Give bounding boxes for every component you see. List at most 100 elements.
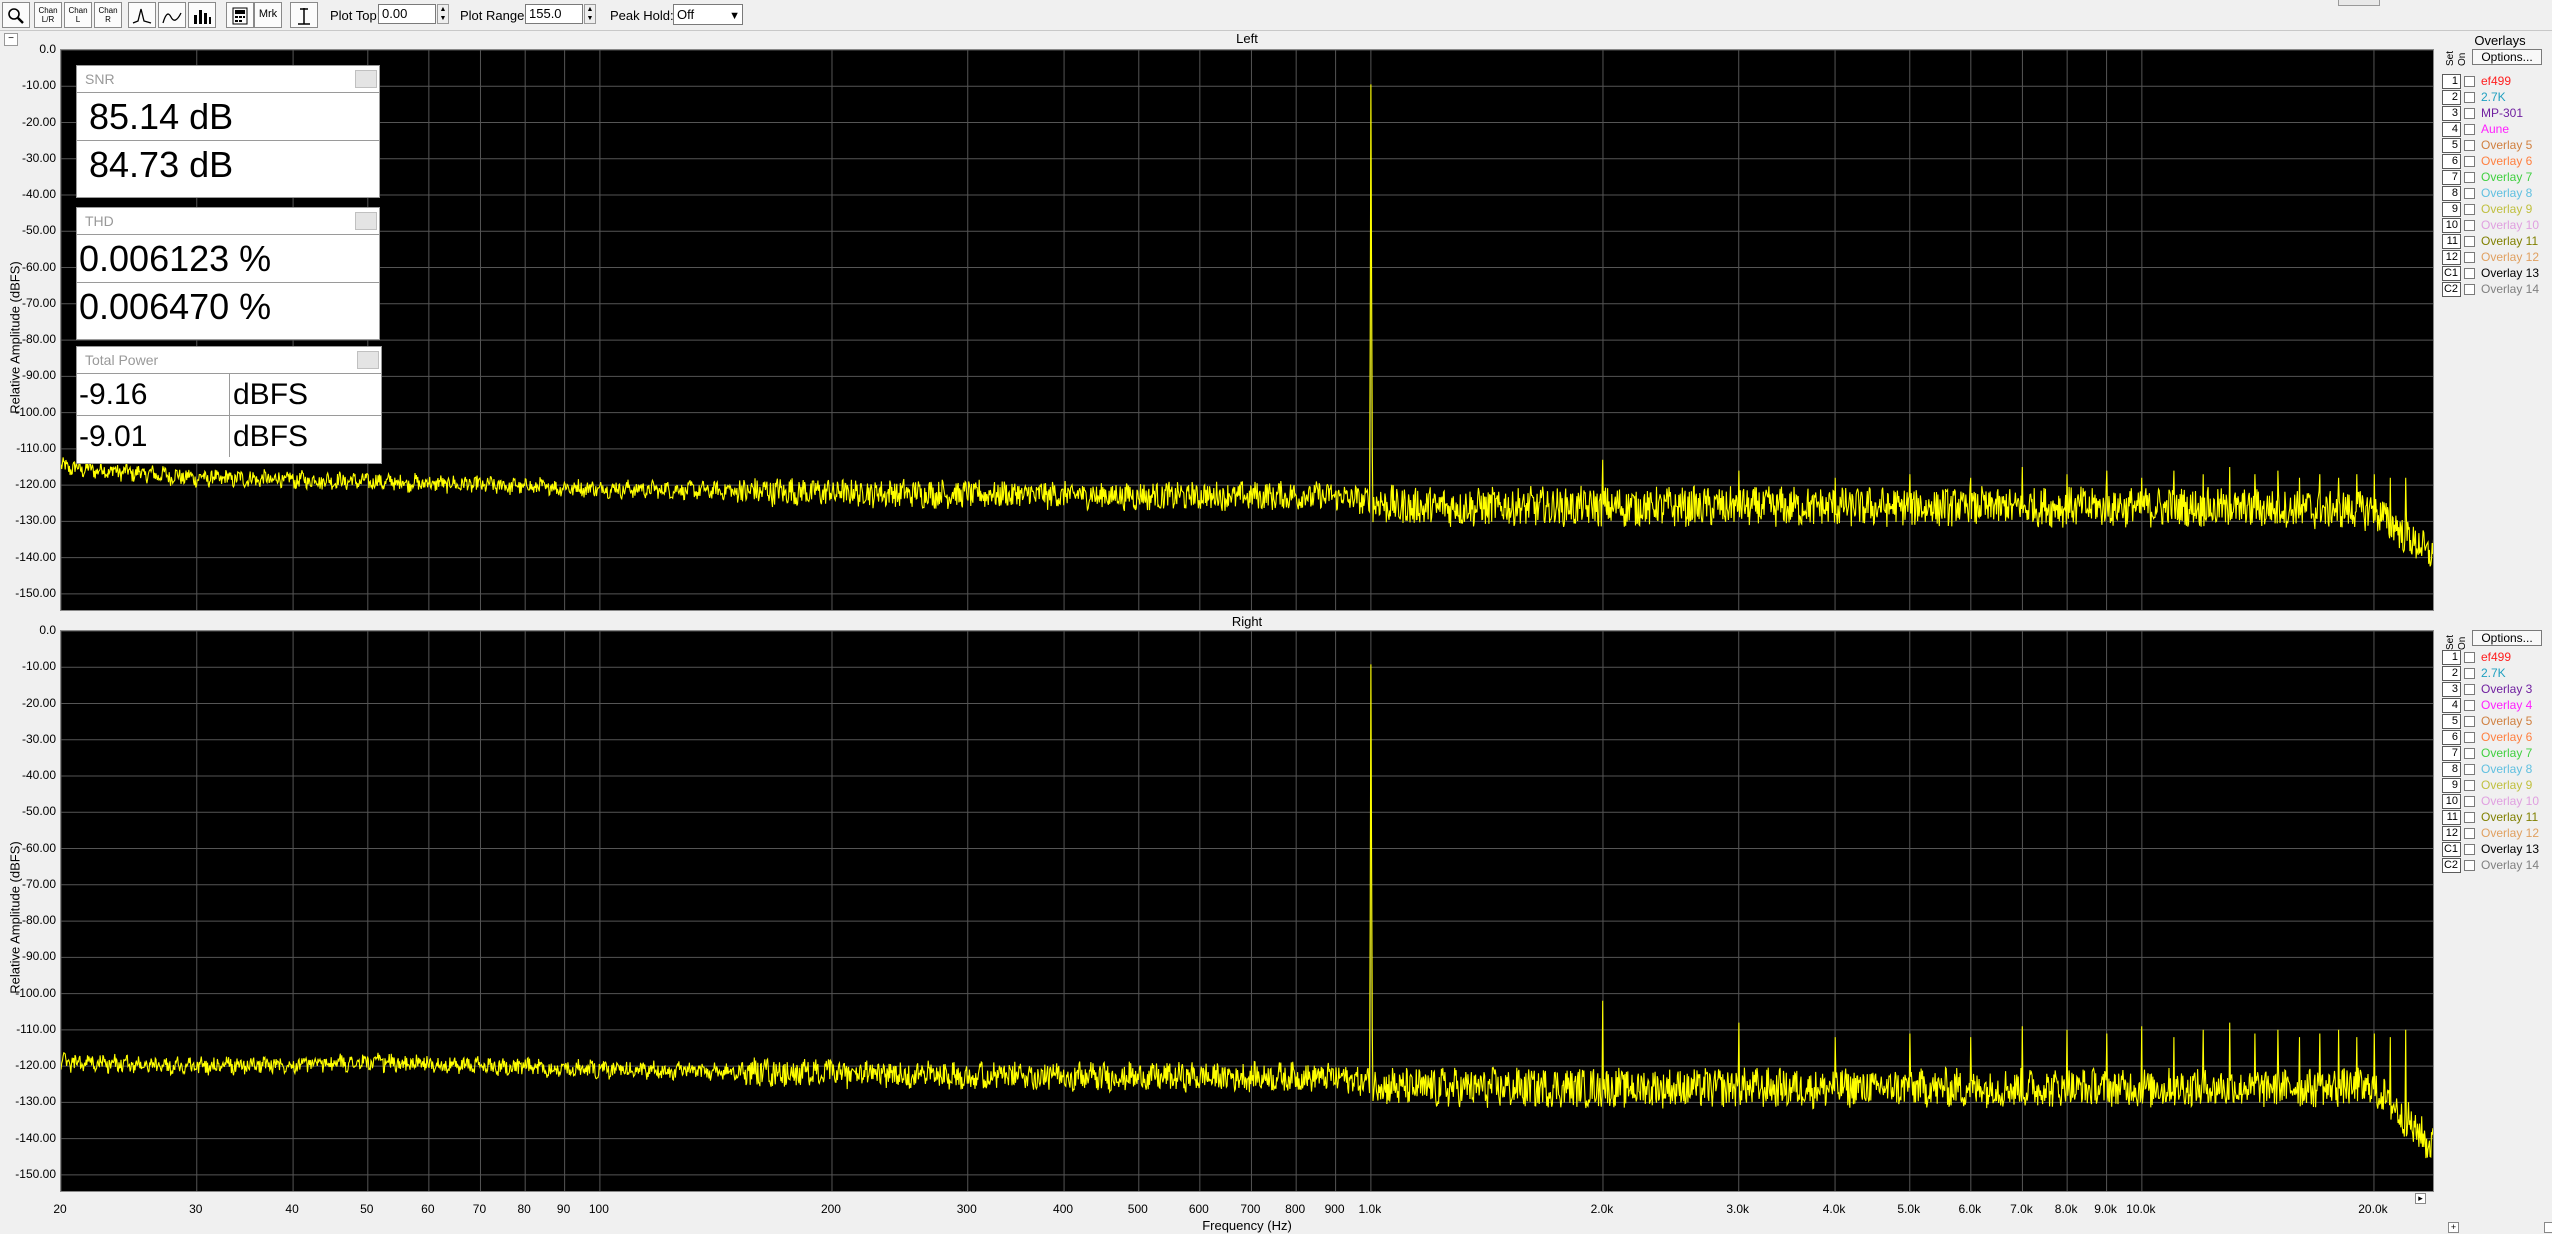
x-tick-label: 300 [956, 1202, 977, 1216]
left-spectrum-plot[interactable] [60, 49, 2434, 611]
overlay-set-number[interactable]: 12 [2442, 826, 2461, 841]
overlay-set-number[interactable]: 11 [2442, 234, 2461, 249]
channel-left-button[interactable]: Chan L [64, 2, 92, 28]
overlay-name: Overlay 5 [2481, 714, 2533, 728]
plot-top-spinner[interactable]: ▲ ▼ [437, 4, 449, 24]
overlay-set-number[interactable]: 1 [2442, 650, 2461, 665]
overlay-on-checkbox[interactable] [2464, 268, 2475, 279]
overlay-on-checkbox[interactable] [2464, 204, 2475, 215]
overlay-set-number[interactable]: 8 [2442, 186, 2461, 201]
overlay-set-number[interactable]: 7 [2442, 746, 2461, 761]
snr-meter-menu-button[interactable] [355, 70, 377, 88]
overlay-name: Overlay 14 [2481, 282, 2540, 296]
thd-meter-menu-button[interactable] [355, 212, 377, 230]
overlay-on-checkbox[interactable] [2464, 140, 2475, 151]
y-tick-label: -40.00 [21, 768, 56, 783]
plot-top-input[interactable]: 0.00 [378, 4, 436, 24]
overlay-set-number[interactable]: 5 [2442, 138, 2461, 153]
overlay-on-checkbox[interactable] [2464, 124, 2475, 135]
overlay-on-checkbox[interactable] [2464, 860, 2475, 871]
spectrum-svg-0 [61, 50, 2433, 610]
overlay-on-checkbox[interactable] [2464, 172, 2475, 183]
overlay-on-checkbox[interactable] [2464, 732, 2475, 743]
calculator-button[interactable] [226, 2, 254, 28]
overlay-on-checkbox[interactable] [2464, 76, 2475, 87]
overlay-on-checkbox[interactable] [2464, 188, 2475, 199]
overlay-row: 10 Overlay 10 [2442, 794, 2552, 810]
overlay-set-number[interactable]: 7 [2442, 170, 2461, 185]
overlay-set-number[interactable]: 11 [2442, 810, 2461, 825]
overlay-on-checkbox[interactable] [2464, 668, 2475, 679]
x-tick-label: 6.0k [1958, 1202, 1982, 1216]
overlay-on-checkbox[interactable] [2464, 700, 2475, 711]
y-tick-label: -110.00 [16, 1021, 56, 1036]
overlay-set-number[interactable]: C2 [2442, 858, 2461, 873]
overlay-set-number[interactable]: 10 [2442, 794, 2461, 809]
overlay-on-checkbox[interactable] [2464, 828, 2475, 839]
overlay-on-checkbox[interactable] [2464, 92, 2475, 103]
overlay-set-number[interactable]: 1 [2442, 74, 2461, 89]
overlay-set-number[interactable]: 3 [2442, 106, 2461, 121]
overlay-set-number[interactable]: 6 [2442, 730, 2461, 745]
overlay-set-number[interactable]: 2 [2442, 90, 2461, 105]
resize-grip-icon[interactable] [2544, 1222, 2552, 1233]
x-tick-label: 80 [517, 1202, 531, 1216]
overlay-set-number[interactable]: 12 [2442, 250, 2461, 265]
overlay-on-checkbox[interactable] [2464, 236, 2475, 247]
overlay-on-checkbox[interactable] [2464, 156, 2475, 167]
total-power-meter-menu-button[interactable] [357, 351, 379, 369]
marker-button[interactable]: Mrk [254, 2, 282, 28]
overlay-row: 7 Overlay 7 [2442, 170, 2552, 186]
overlay-set-number[interactable]: 3 [2442, 682, 2461, 697]
overlay-set-number[interactable]: 6 [2442, 154, 2461, 169]
calculator-icon [232, 7, 248, 25]
graph-mode-2-button[interactable] [158, 2, 186, 28]
overlay-row: 9 Overlay 9 [2442, 202, 2552, 218]
window-control-button[interactable] [2338, 0, 2380, 6]
channel-both-button[interactable]: Chan L/R [34, 2, 62, 28]
overlays-on-header: On [2457, 52, 2468, 66]
overlay-set-number[interactable]: 9 [2442, 202, 2461, 217]
left-overlays-options-button[interactable]: Options... [2472, 49, 2542, 65]
overlay-set-number[interactable]: 4 [2442, 698, 2461, 713]
overlay-on-checkbox[interactable] [2464, 652, 2475, 663]
graph-mode-3-button[interactable] [188, 2, 216, 28]
cursor-button[interactable] [290, 2, 318, 28]
overlay-set-number[interactable]: C1 [2442, 266, 2461, 281]
channel-right-button[interactable]: Chan R [94, 2, 122, 28]
total-power-meter: Total Power -9.16 dBFS -9.01 dBFS [76, 346, 382, 464]
plot-range-spinner[interactable]: ▲ ▼ [584, 4, 596, 24]
overlay-on-checkbox[interactable] [2464, 716, 2475, 727]
overlay-on-checkbox[interactable] [2464, 684, 2475, 695]
overlay-on-checkbox[interactable] [2464, 764, 2475, 775]
overlay-on-checkbox[interactable] [2464, 796, 2475, 807]
right-spectrum-plot[interactable] [60, 630, 2434, 1192]
overlay-set-number[interactable]: 10 [2442, 218, 2461, 233]
peak-hold-value: Off [677, 7, 695, 22]
overlay-set-number[interactable]: 4 [2442, 122, 2461, 137]
overlay-on-checkbox[interactable] [2464, 284, 2475, 295]
overlay-on-checkbox[interactable] [2464, 252, 2475, 263]
plot-range-input[interactable]: 155.0 [525, 4, 583, 24]
overlay-set-number[interactable]: C1 [2442, 842, 2461, 857]
overlay-on-checkbox[interactable] [2464, 220, 2475, 231]
peak-hold-select[interactable]: Off ▼ [673, 4, 743, 25]
overlay-set-number[interactable]: 8 [2442, 762, 2461, 777]
overlay-set-number[interactable]: 5 [2442, 714, 2461, 729]
overlay-set-number[interactable]: 9 [2442, 778, 2461, 793]
graph-mode-1-button[interactable] [128, 2, 156, 28]
scroll-right-icon[interactable]: ▸ [2415, 1193, 2426, 1204]
x-tick-label: 60 [421, 1202, 435, 1216]
overlay-on-checkbox[interactable] [2464, 108, 2475, 119]
x-tick-label: 30 [189, 1202, 203, 1216]
resize-plus-icon[interactable]: + [2448, 1222, 2459, 1233]
overlay-on-checkbox[interactable] [2464, 780, 2475, 791]
overlay-set-number[interactable]: 2 [2442, 666, 2461, 681]
right-overlays-options-button[interactable]: Options... [2472, 630, 2542, 646]
overlay-set-number[interactable]: C2 [2442, 282, 2461, 297]
overlay-on-checkbox[interactable] [2464, 748, 2475, 759]
overlay-name: Overlay 12 [2481, 250, 2540, 264]
zoom-tool-button[interactable] [2, 2, 30, 28]
overlay-on-checkbox[interactable] [2464, 844, 2475, 855]
overlay-on-checkbox[interactable] [2464, 812, 2475, 823]
